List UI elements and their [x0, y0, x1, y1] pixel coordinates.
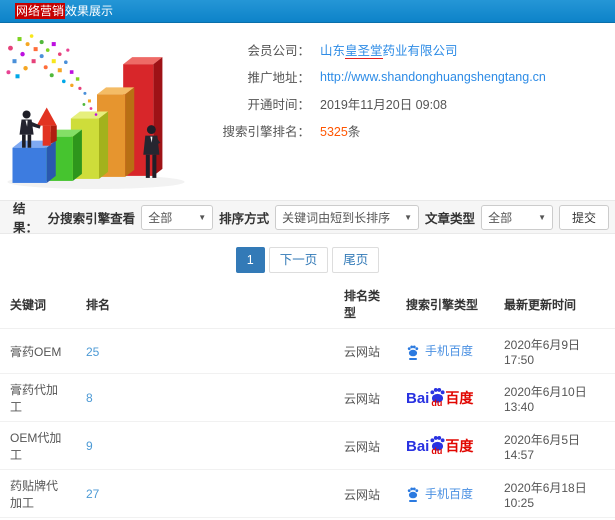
page-1-button[interactable]: 1	[235, 247, 265, 273]
updated-cell: 2020年6月18日 10:25	[494, 469, 615, 518]
table-row: OEM代加工 9 云网站 Bai du 百度 2020年6月5日 14:57	[0, 421, 615, 470]
keyword-cell: OEM代加工	[0, 421, 76, 470]
rank-link[interactable]: 25	[86, 345, 99, 359]
results-table-body: 膏药OEM 25 云网站 手机百度 2020年6月9日 17:50 膏药代加工 8 云网站 Ba…	[0, 328, 615, 520]
baidu-paw-icon: du	[428, 386, 447, 407]
table-header-row: 关键词 排名 排名类型 搜索引擎类型 最新更新时间	[0, 280, 615, 329]
field-url: 推广地址： http://www.shandonghuangshengtang.…	[192, 63, 546, 90]
rank-link[interactable]: 9	[86, 439, 93, 453]
table-row: 膏药OEM 25 云网站 手机百度 2020年6月9日 17:50	[0, 328, 615, 374]
mobile-baidu-logo: 手机百度	[406, 485, 474, 503]
engine-type-cell: 手机百度	[396, 328, 494, 374]
rank-link[interactable]: 27	[86, 487, 99, 501]
open-time-value: 2019年11月20日 09:08	[320, 98, 447, 112]
submit-button[interactable]: 提交	[558, 204, 609, 230]
rank-cell: 9	[76, 421, 334, 470]
rank-count-unit: 条	[347, 125, 361, 139]
header-rank: 排名	[76, 280, 334, 329]
field-open-time: 开通时间： 2019年11月20日 09:08	[192, 90, 546, 117]
keyword-cell: 膏药代加工	[0, 373, 76, 422]
engine-type-cell: 手机百度	[396, 469, 494, 518]
chevron-down-icon: ▼	[404, 212, 413, 222]
rank-count-value: 5325	[320, 125, 348, 139]
url-label: 推广地址：	[247, 71, 310, 85]
rank-cell: 27	[76, 469, 334, 518]
confetti-dots	[6, 34, 98, 116]
pagination: 1 下一页 尾页	[0, 247, 615, 273]
mobile-baidu-logo: 手机百度	[406, 342, 474, 360]
promo-chart-image	[0, 30, 192, 193]
3d-bar-chart-illustration	[6, 34, 185, 189]
baidu-paw-icon	[406, 486, 420, 503]
filter-bar: 结果： 分搜索引擎查看 全部 ▼ 排序方式 关键词由短到长排序 ▼ 文章类型 全…	[0, 200, 615, 235]
field-company: 会员公司： 山东皇圣堂药业有限公司	[192, 36, 546, 63]
rank-type-cell: 云网站	[334, 328, 396, 374]
last-page-button[interactable]: 尾页	[332, 247, 380, 273]
rank-cell: 25	[76, 328, 334, 374]
keyword-cell: 药贴牌代加工	[0, 469, 76, 518]
keyword-cell: 膏药OEM	[0, 328, 76, 374]
engine-type-cell: Baidu百度	[396, 421, 494, 470]
chevron-down-icon: ▼	[198, 212, 207, 222]
page-title-highlight: 网络营销	[15, 3, 66, 19]
field-rank-count: 搜索引擎排名： 5325条	[192, 117, 546, 144]
account-fields: 会员公司： 山东皇圣堂药业有限公司 推广地址： http://www.shand…	[192, 30, 546, 193]
updated-cell: 2020年6月9日 17:50	[494, 328, 615, 374]
account-info-section: 会员公司： 山东皇圣堂药业有限公司 推广地址： http://www.shand…	[0, 23, 615, 193]
table-row: 药贴牌代加工 27 云网站 手机百度 2020年6月18日 10:25	[0, 469, 615, 518]
chevron-down-icon: ▼	[538, 212, 546, 222]
baidu-logo: Bai du 百度	[406, 434, 473, 456]
header-rank-type: 排名类型	[334, 280, 396, 329]
updated-cell: 2020年6月10日 13:40	[494, 373, 615, 422]
sort-filter-select[interactable]: 关键词由短到长排序 ▼	[275, 204, 420, 230]
engine-filter-label: 分搜索引擎查看	[47, 211, 136, 226]
baidu-paw-icon: du	[428, 434, 447, 455]
page-title: 效果展示	[65, 4, 114, 18]
promo-url-link[interactable]: http://www.shandonghuangshengtang.cn	[320, 70, 546, 84]
type-filter-label: 文章类型	[425, 211, 476, 226]
baidu-logo: Bai du 百度	[406, 386, 473, 408]
baidu-paw-icon	[406, 344, 420, 360]
rank-link[interactable]: 8	[86, 391, 93, 405]
rank-cell: 8	[76, 373, 334, 422]
rank-type-cell: 云网站	[334, 469, 396, 518]
rank-type-cell: 云网站	[334, 373, 396, 422]
company-link[interactable]: 山东皇圣堂药业有限公司	[320, 44, 458, 59]
rank-count-label: 搜索引擎排名：	[222, 125, 310, 139]
type-filter-select[interactable]: 全部 ▼	[481, 204, 553, 230]
result-label: 结果：	[13, 202, 39, 235]
results-table: 关键词 排名 排名类型 搜索引擎类型 最新更新时间 膏药OEM 25 云网站 手机百度…	[0, 280, 615, 520]
header-keyword: 关键词	[0, 280, 76, 329]
rank-type-cell: 云网站	[334, 421, 396, 470]
table-row: 膏药代加工 8 云网站 Bai du 百度 2020年6月10日 13:40	[0, 373, 615, 422]
mobile-baidu-label: 手机百度	[425, 486, 474, 501]
header-engine-type: 搜索引擎类型	[396, 280, 494, 329]
engine-filter-select[interactable]: 全部 ▼	[141, 204, 214, 230]
company-label: 会员公司：	[247, 44, 310, 58]
open-time-label: 开通时间：	[247, 98, 310, 112]
filter-controls: 分搜索引擎查看 全部 ▼ 排序方式 关键词由短到长排序 ▼ 文章类型 全部 ▼ …	[47, 204, 609, 230]
header-updated: 最新更新时间	[494, 280, 615, 329]
mobile-baidu-label: 手机百度	[425, 344, 474, 359]
updated-cell: 2020年6月5日 14:57	[494, 421, 615, 470]
engine-type-cell: Baidu百度	[396, 373, 494, 422]
window-titlebar: 网络营销效果展示	[0, 0, 615, 23]
next-page-button[interactable]: 下一页	[268, 247, 329, 273]
sort-filter-label: 排序方式	[219, 211, 270, 226]
